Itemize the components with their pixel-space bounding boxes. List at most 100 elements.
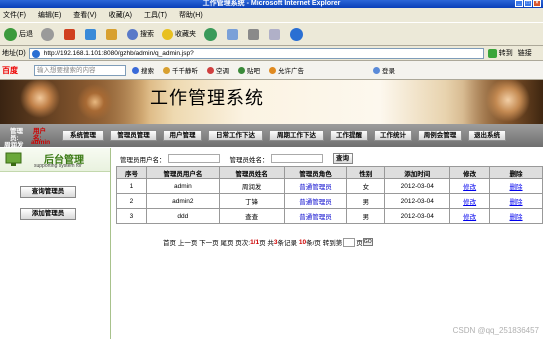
nav-daily-task[interactable]: 日常工作下达 xyxy=(208,130,263,141)
edit-link[interactable]: 修改 xyxy=(463,199,476,206)
query-admin-button[interactable]: 查询管理员 xyxy=(20,186,76,198)
cell-date: 2012-03-04 xyxy=(384,208,451,224)
window-title: 工作管理系统 - Microsoft Internet Explorer xyxy=(202,0,341,7)
menu-help[interactable]: 帮助(H) xyxy=(179,10,203,20)
stop-button[interactable] xyxy=(64,28,77,40)
per-page: 10 xyxy=(298,238,307,246)
cell-user: admin2 xyxy=(145,193,220,209)
allow-ads-button[interactable]: 允许广告 xyxy=(269,65,304,75)
query-user-input[interactable] xyxy=(167,154,220,163)
next-page-link[interactable]: 下一页 xyxy=(199,237,219,247)
minimize-icon[interactable]: _ xyxy=(515,0,523,7)
toolbar-search-button[interactable]: 搜索 xyxy=(132,65,154,75)
delete-link[interactable]: 删除 xyxy=(510,214,523,221)
search-button[interactable]: 搜索 xyxy=(127,28,154,40)
menu-tools[interactable]: 工具(T) xyxy=(144,10,167,20)
query-name-input[interactable] xyxy=(270,154,323,163)
user-icon xyxy=(373,66,380,74)
window-title-bar: 工作管理系统 - Microsoft Internet Explorer _ □… xyxy=(0,0,543,8)
delete-link[interactable]: 删除 xyxy=(510,184,523,191)
col-header: 性别 xyxy=(346,166,386,179)
sidebar-header: 后台管理 supporting system for xyxy=(0,148,110,172)
nav-reminder[interactable]: 工作提醒 xyxy=(330,130,368,141)
document-icon xyxy=(269,28,280,40)
table-header-row: 序号 管理员用户名 管理员姓名 管理员角色 性别 添加时间 修改 删除 xyxy=(116,166,543,179)
nav-system[interactable]: 系统管理 xyxy=(62,130,104,141)
menu-bar: 文件(F) 编辑(E) 查看(V) 收藏(A) 工具(T) 帮助(H) xyxy=(0,8,543,22)
home-button[interactable] xyxy=(106,28,119,40)
query-button[interactable]: 查询 xyxy=(332,153,353,164)
banner-photo-right xyxy=(463,80,543,124)
edit-link[interactable]: 修改 xyxy=(463,184,476,191)
col-header: 删除 xyxy=(489,166,543,179)
nav-weekly-meeting[interactable]: 周例会管理 xyxy=(418,130,462,141)
sidebar-subtitle: supporting system for xyxy=(34,163,82,169)
col-header: 管理员角色 xyxy=(283,166,348,179)
nav-user-manage[interactable]: 用户管理 xyxy=(163,130,202,141)
per-page-suffix: 条/页 xyxy=(306,240,321,247)
forward-arrow-icon xyxy=(41,27,54,41)
menu-file[interactable]: 文件(F) xyxy=(3,10,26,20)
query-user-label: 管理员用户名： xyxy=(120,156,166,164)
forward-button[interactable] xyxy=(41,27,56,41)
back-button[interactable]: 后退 xyxy=(4,27,33,41)
table-row: 1 admin 周润发 普通管理员 女 2012-03-04 修改 删除 xyxy=(116,178,543,194)
delete-link[interactable]: 删除 xyxy=(510,199,523,206)
refresh-button[interactable] xyxy=(85,28,98,40)
cell-sex: 男 xyxy=(346,208,386,224)
print-button[interactable] xyxy=(248,28,261,40)
mail-button[interactable] xyxy=(227,28,240,40)
cell-date: 2012-03-04 xyxy=(384,178,451,194)
back-label: 后退 xyxy=(19,31,33,38)
address-label: 地址(D) xyxy=(2,50,26,57)
page-icon xyxy=(31,49,40,58)
edit-button[interactable] xyxy=(269,28,282,40)
main-nav: 管理 用户 员: 名: 周润发 admin 系统管理 管理员管理 用户管理 日常… xyxy=(0,124,543,149)
login-button[interactable]: 登录 xyxy=(373,65,395,75)
go-label: 转到 xyxy=(498,50,513,57)
nav-statistics[interactable]: 工作统计 xyxy=(374,130,412,141)
nav-periodic-task[interactable]: 周期工作下达 xyxy=(269,130,324,141)
prev-page-link[interactable]: 上一页 xyxy=(178,237,198,247)
links-label[interactable]: 链接 xyxy=(518,48,532,58)
allow-ads-label: 允许广告 xyxy=(278,68,304,75)
favorites-label: 收藏夹 xyxy=(175,31,196,38)
maximize-icon[interactable]: □ xyxy=(524,0,532,7)
page-unit: 页 xyxy=(259,240,266,247)
site-title: 工作管理系统 xyxy=(150,88,264,109)
paw-icon xyxy=(132,66,139,74)
menu-favorites[interactable]: 收藏(A) xyxy=(109,10,132,20)
go-button[interactable]: 转到 xyxy=(487,48,513,58)
ttplayer-button[interactable]: 千千静听 xyxy=(163,65,198,75)
tieba-button[interactable]: 贴吧 xyxy=(238,65,260,75)
goto-page-input[interactable] xyxy=(343,237,356,247)
messenger-button[interactable] xyxy=(290,27,305,41)
site-banner: 工作管理系统 xyxy=(0,80,543,124)
menu-edit[interactable]: 编辑(E) xyxy=(38,10,61,20)
add-admin-button[interactable]: 添加管理员 xyxy=(20,208,76,220)
go-arrow-icon xyxy=(487,48,497,58)
menu-view[interactable]: 查看(V) xyxy=(73,10,96,20)
address-bar: 地址(D) http://192.168.1.101:8080/gzhb/adm… xyxy=(0,46,543,61)
nav-admin-manage[interactable]: 管理员管理 xyxy=(110,130,157,141)
cell-name: 丁锋 xyxy=(218,193,285,209)
cell-sex: 男 xyxy=(346,193,386,209)
query-name-label: 管理员姓名： xyxy=(229,156,269,164)
nav-logout[interactable]: 退出系统 xyxy=(468,130,506,141)
cell-user: ddd xyxy=(145,208,220,224)
goto-button[interactable]: GO xyxy=(362,238,373,246)
search-icon xyxy=(127,28,138,40)
aircon-button[interactable]: 空调 xyxy=(207,65,229,75)
favorites-button[interactable]: 收藏夹 xyxy=(162,28,196,40)
edit-link[interactable]: 修改 xyxy=(463,214,476,221)
first-page-link[interactable]: 首页 xyxy=(163,237,176,247)
history-button[interactable] xyxy=(204,27,219,41)
user-account: admin xyxy=(31,139,51,146)
cell-role: 普通管理员 xyxy=(283,193,348,209)
close-icon[interactable]: × xyxy=(533,0,541,7)
tieba-icon xyxy=(238,66,245,74)
toolbar-search-input[interactable]: 输入想要搜索的内容 xyxy=(34,64,126,76)
last-page-link[interactable]: 尾页 xyxy=(220,237,233,247)
address-input[interactable]: http://192.168.1.101:8080/gzhb/admin/q_a… xyxy=(28,47,484,59)
sidebar: 后台管理 supporting system for 查询管理员 添加管理员 xyxy=(0,148,111,339)
